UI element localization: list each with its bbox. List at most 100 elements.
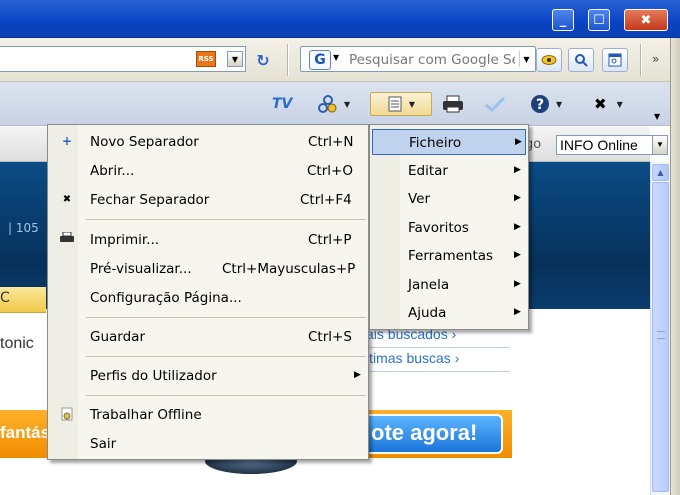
command-bar-overflow-icon[interactable]: ▼ [654, 112, 660, 121]
menu-item-ver[interactable]: Ver ▶ [372, 186, 526, 212]
feeds-button[interactable]: ▼ [318, 92, 350, 116]
command-bar: TV ▼ ▼ ? ▼ ✖ ▼ ▼ [0, 82, 680, 126]
search-icon[interactable] [568, 48, 594, 72]
menu-item-configuracao-pagina[interactable]: Configuração Página... [50, 285, 366, 311]
maximize-button[interactable]: ☐ [588, 9, 610, 31]
submenu-arrow-icon: ▶ [514, 193, 521, 203]
menu-item-editar[interactable]: Editar ▶ [372, 158, 526, 184]
menu-item-abrir[interactable]: Abrir... Ctrl+O [50, 158, 366, 184]
help-button[interactable]: ? ▼ [530, 92, 562, 116]
menu-item-shortcut: Ctrl+N [308, 134, 354, 150]
page-menu-button[interactable]: ▼ [370, 92, 432, 116]
menu-item-novo-separador[interactable]: + Novo Separador Ctrl+N [50, 129, 366, 155]
maximize-icon: ☐ [593, 12, 605, 28]
scroll-grip-icon [657, 331, 665, 339]
menu-item-shortcut: Ctrl+Mayusculas+P [222, 261, 356, 277]
close-window-button[interactable]: ✖ [624, 9, 668, 31]
promo-text: fantás [0, 423, 51, 442]
menu-item-ajuda[interactable]: Ajuda ▶ [372, 300, 526, 326]
highlight-icon[interactable] [536, 48, 562, 72]
printer-icon [60, 231, 74, 247]
refresh-button[interactable]: ↻ [253, 50, 273, 70]
minimize-button[interactable]: _ [552, 9, 574, 31]
address-dropdown-button[interactable]: ▼ [227, 51, 243, 67]
svg-text:?: ? [536, 97, 544, 113]
menu-item-pre-visualizar[interactable]: Pré-visualizar... Ctrl+Mayusculas+P [50, 256, 366, 282]
refresh-icon: ↻ [256, 50, 270, 70]
eye-icon [541, 55, 557, 65]
toolbar-overflow-chevron-icon[interactable]: » [652, 52, 659, 66]
close-tools-button[interactable]: ✖ ▼ [594, 92, 623, 116]
submenu-arrow-icon: ▶ [514, 250, 521, 260]
submenu-arrow-icon: ▶ [514, 279, 521, 289]
menu-item-ferramentas[interactable]: Ferramentas ▶ [372, 243, 526, 269]
tv-button[interactable]: TV [272, 92, 292, 116]
search-placeholder: Pesquisar com Google Se [349, 52, 515, 68]
vote-now-label: ote agora! [371, 420, 478, 445]
menu-separator [86, 317, 366, 318]
print-button[interactable] [442, 92, 464, 116]
menu-item-label: Ajuda [408, 305, 447, 321]
menu-item-label: Editar [408, 163, 448, 179]
chevron-down-icon: ▼ [616, 99, 623, 109]
search-input[interactable]: Pesquisar com Google Se [349, 52, 515, 68]
menu-item-label: Ficheiro [409, 135, 462, 151]
chevron-down-icon: ▼ [556, 99, 563, 109]
search-engine-dropdown-icon[interactable]: ▼ [333, 53, 339, 62]
file-menu: + Novo Separador Ctrl+N Abrir... Ctrl+O … [47, 124, 369, 460]
page-icon [388, 96, 402, 112]
menu-item-sair[interactable]: Sair [50, 431, 366, 457]
menu-item-favoritos[interactable]: Favoritos ▶ [372, 215, 526, 241]
menu-item-fechar-separador[interactable]: ✖ Fechar Separador Ctrl+F4 [50, 187, 366, 213]
google-logo-letter: G [314, 52, 326, 68]
address-toolbar: RSS ▼ ↻ G ▼ Pesquisar com Google Se ▼ » [0, 38, 680, 82]
window-frame-right [670, 38, 680, 495]
google-search-box: G ▼ Pesquisar com Google Se ▼ [300, 46, 536, 72]
menu-item-label: Perfis do Utilizador [90, 368, 217, 384]
search-history-dropdown[interactable]: ▼ [519, 51, 533, 67]
vertical-scrollbar[interactable]: ▲ [650, 162, 670, 495]
info-online-select[interactable]: INFO Online ▼ [556, 135, 668, 155]
submenu-arrow-icon: ▶ [514, 222, 521, 232]
close-tab-icon: ✖ [62, 194, 72, 205]
search-site-icon[interactable] [602, 48, 628, 72]
menu-item-shortcut: Ctrl+O [307, 163, 353, 179]
menu-item-shortcut: Ctrl+F4 [300, 192, 352, 208]
rss-feed-icon[interactable]: RSS [196, 51, 216, 67]
menu-item-label: Abrir... [90, 163, 135, 179]
toolbar-divider [640, 44, 642, 76]
info-online-value: INFO Online [560, 137, 638, 153]
link-ultimas-buscas[interactable]: ltimas buscas › [366, 350, 459, 366]
menu-item-shortcut: Ctrl+P [308, 232, 352, 248]
check-button[interactable] [484, 92, 506, 116]
menu-item-label: Trabalhar Offline [90, 407, 202, 423]
menu-separator [86, 219, 366, 220]
rss-badge-label: RSS [198, 55, 214, 63]
window-search-icon [608, 53, 622, 67]
submenu-arrow-icon: ▶ [514, 307, 521, 317]
submenu-arrow-icon: ▶ [514, 165, 521, 175]
menu-item-imprimir[interactable]: Imprimir... Ctrl+P [50, 227, 366, 253]
menu-item-guardar[interactable]: Guardar Ctrl+S [50, 324, 366, 350]
menu-item-label: Fechar Separador [90, 192, 210, 208]
checkmark-icon [485, 96, 506, 112]
people-network-icon [318, 95, 337, 113]
menu-item-label: Pré-visualizar... [90, 261, 192, 277]
scroll-up-button[interactable]: ▲ [652, 164, 669, 181]
google-logo-icon[interactable]: G [309, 50, 331, 70]
close-icon: ✖ [640, 12, 652, 28]
vote-now-button[interactable]: ote agora! [355, 414, 503, 454]
menu-item-trabalhar-offline[interactable]: Trabalhar Offline [50, 402, 366, 428]
toolbar-divider [287, 44, 289, 76]
menu-item-janela[interactable]: Janela ▶ [372, 272, 526, 298]
link-divider [366, 347, 510, 348]
menu-item-perfis-utilizador[interactable]: Perfis do Utilizador ▶ [50, 363, 366, 389]
minimize-icon: _ [559, 12, 567, 28]
submenu-arrow-icon: ▶ [354, 370, 361, 380]
menu-item-ficheiro[interactable]: Ficheiro ▶ [372, 129, 526, 155]
chevron-down-icon: ▼ [408, 99, 416, 109]
offline-icon [60, 407, 74, 424]
printer-icon [443, 95, 463, 113]
scroll-thumb[interactable] [652, 182, 669, 492]
yellow-tab-label: C [0, 290, 10, 306]
